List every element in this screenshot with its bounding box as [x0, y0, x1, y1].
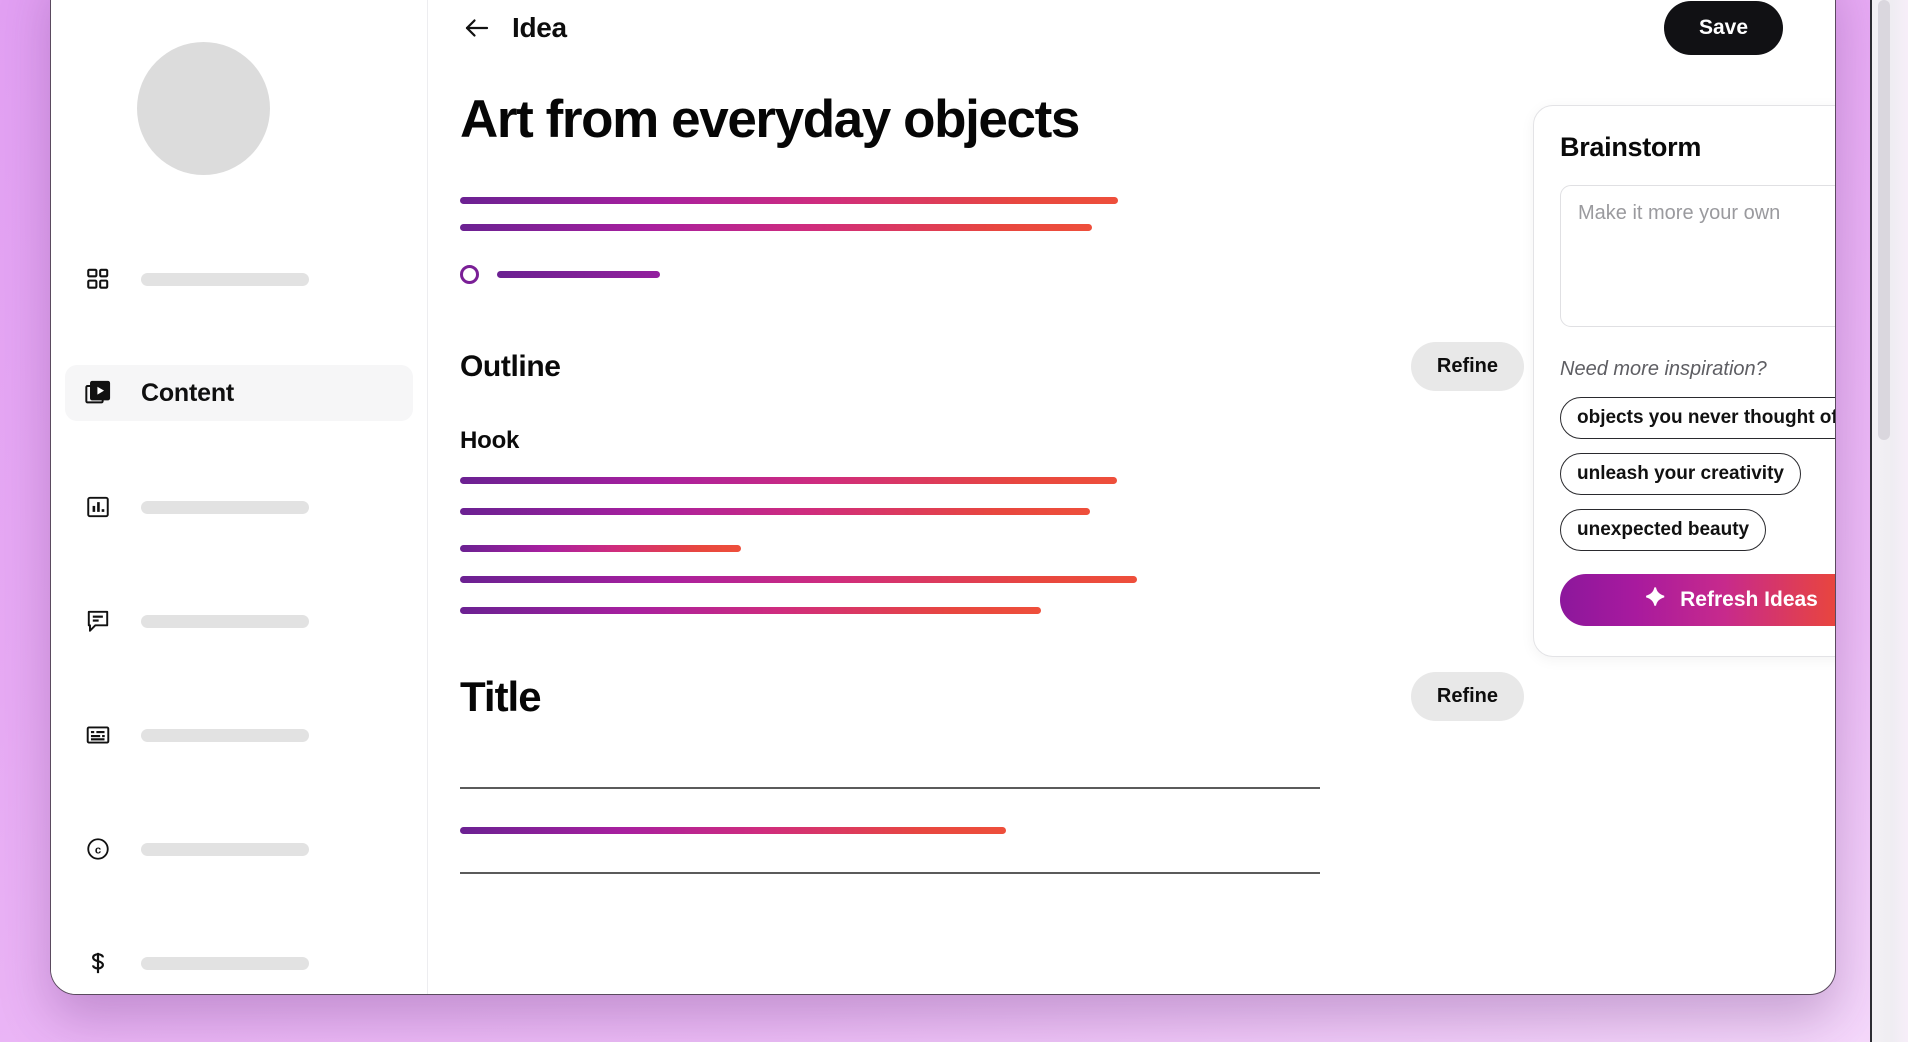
redacted-bar: [460, 477, 1117, 485]
sidebar-item-comments[interactable]: [65, 593, 413, 649]
brainstorm-panel: Brainstorm Need more inspiration? object…: [1533, 105, 1835, 657]
refine-outline-button[interactable]: Refine: [1410, 342, 1524, 392]
title-section-header: Title Refine: [460, 672, 1524, 722]
outline-section-header: Outline Refine: [460, 342, 1524, 392]
outline-heading: Outline: [460, 349, 561, 383]
refresh-ideas-label: Refresh Ideas: [1680, 588, 1818, 611]
sidebar-item-label-redacted: [141, 500, 309, 514]
brainstorm-heading: Brainstorm: [1560, 132, 1702, 162]
bullet-circle-icon: [460, 265, 479, 285]
page-scrollbar[interactable]: [1870, 0, 1908, 1042]
bar-chart-icon: [83, 492, 113, 522]
sidebar-item-label-redacted: [141, 842, 309, 856]
sidebar-item-copyright[interactable]: c: [65, 821, 413, 877]
sidebar-item-label-redacted: [141, 272, 309, 286]
sidebar-item-monetization[interactable]: [65, 935, 413, 991]
redacted-bar: [460, 607, 1041, 615]
scrollbar-thumb[interactable]: [1878, 0, 1890, 440]
sidebar-item-label-redacted: [141, 956, 309, 970]
inspiration-chip[interactable]: unleash your creativity: [1560, 453, 1801, 495]
redacted-bar: [497, 271, 660, 279]
sidebar-item-label-redacted: [141, 728, 309, 742]
svg-text:c: c: [95, 845, 101, 857]
chip-row: unleash your creativity: [1560, 453, 1835, 509]
title-field-block: [460, 787, 1828, 875]
sidebar-item-label-redacted: [141, 614, 309, 628]
sidebar-nav: Content c: [51, 251, 427, 994]
inspiration-label: Need more inspiration?: [1560, 358, 1767, 380]
brainstorm-input[interactable]: [1560, 185, 1835, 327]
sparkle-icon: [1645, 586, 1667, 614]
sidebar-item-analytics[interactable]: [65, 479, 413, 535]
redacted-bar: [460, 827, 1006, 835]
video-content-icon: [83, 378, 113, 408]
redacted-bar: [460, 508, 1090, 516]
redacted-bar: [460, 545, 741, 553]
inspiration-chip-list: objects you never thought of unleash you…: [1560, 397, 1835, 565]
chip-row: objects you never thought of: [1560, 397, 1835, 453]
back-button[interactable]: [460, 11, 494, 45]
redacted-bar: [460, 197, 1118, 205]
caption-card-icon: [83, 720, 113, 750]
topbar: Idea Save: [428, 1, 1835, 55]
chip-row: unexpected beauty: [1560, 509, 1835, 565]
sidebar-item-captions[interactable]: [65, 707, 413, 763]
sidebar: Content c: [51, 0, 428, 994]
main-content: Idea Save Art from everyday objects Outl…: [428, 0, 1835, 994]
refine-title-button[interactable]: Refine: [1410, 672, 1524, 722]
redacted-bar: [460, 576, 1137, 584]
app-window: Content c Idea Save Art from everyday ob…: [50, 0, 1836, 995]
sidebar-item-dashboard[interactable]: [65, 251, 413, 307]
sidebar-item-content[interactable]: Content: [65, 365, 413, 421]
inspiration-chip[interactable]: unexpected beauty: [1560, 509, 1767, 551]
dollar-sign-icon: [83, 948, 113, 978]
avatar[interactable]: [137, 42, 270, 175]
refresh-ideas-button[interactable]: Refresh Ideas: [1560, 574, 1835, 626]
divider-bottom: [460, 872, 1320, 875]
sidebar-item-label: Content: [141, 378, 235, 407]
divider-top: [460, 787, 1320, 790]
copyright-icon: c: [83, 834, 113, 864]
save-button[interactable]: Save: [1663, 1, 1783, 55]
redacted-bar: [460, 224, 1092, 232]
title-heading: Title: [460, 672, 542, 720]
comment-icon: [83, 606, 113, 636]
breadcrumb: Idea: [512, 12, 567, 43]
grid-dashboard-icon: [83, 264, 113, 294]
inspiration-chip[interactable]: objects you never thought of: [1560, 397, 1835, 439]
